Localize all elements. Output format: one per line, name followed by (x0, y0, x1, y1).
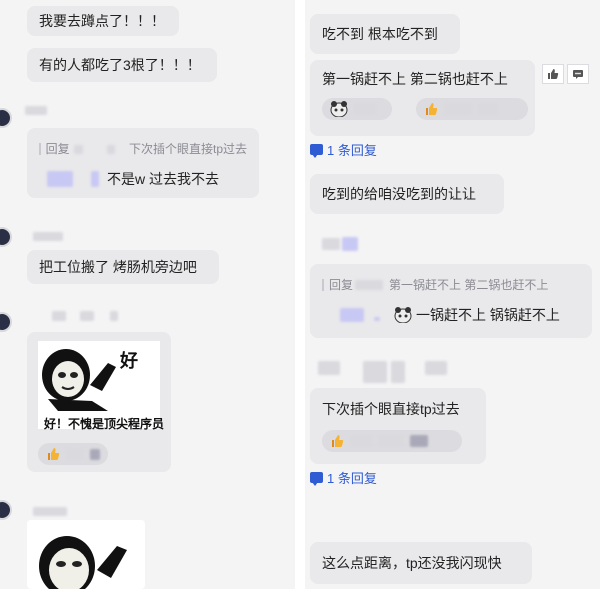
blurred-avatar (342, 237, 358, 251)
reply-count-link[interactable]: 1 条回复 (310, 468, 377, 487)
blurred-name (73, 144, 84, 154)
message-bubble[interactable]: 吃到的给咱没吃到的让让 (310, 174, 504, 214)
blurred-reactors (378, 435, 404, 447)
blurred-reactors (444, 103, 472, 115)
right-chat-column: 吃不到 根本吃不到 第一锅赶不上 第二锅也赶不上 1 条回复 吃到的给咱没吃到的… (305, 0, 600, 589)
blurred-name (107, 144, 115, 154)
thumbs-up-emoji (330, 434, 344, 448)
quote-prefix: 回复 (329, 278, 354, 292)
message-text: 把工位搬了 烤肠机旁边吧 (39, 259, 197, 275)
blurred-username (318, 361, 340, 375)
reply-count-text: 1 条回复 (327, 471, 377, 486)
blurred-username (391, 361, 405, 383)
thumbs-up-icon (548, 69, 559, 79)
blurred-username (33, 507, 67, 516)
quote-bar (322, 279, 324, 291)
blurred-username (322, 238, 340, 250)
reply-bubble[interactable]: 回复 下次插个眼直接tp过去 不是w 过去我不去 (27, 128, 259, 198)
message-text: 下次插个眼直接tp过去 (322, 401, 460, 417)
reply-line: 一锅赶不上 锅锅赶不上 (322, 306, 580, 324)
blurred-username (25, 106, 47, 115)
panda-meme-sticker[interactable]: 好 好！不愧是顶尖程序员 (38, 341, 164, 431)
reply-icon (310, 144, 323, 158)
message-text: 第一锅赶不上 第二锅也赶不上 (322, 71, 508, 87)
thumbs-up-emoji (424, 102, 438, 116)
blurred-username (363, 361, 387, 383)
blurred-reactors (350, 435, 372, 447)
quote-text: 下次插个眼直接tp过去 (128, 142, 247, 156)
blurred-mention (340, 308, 364, 322)
blurred-username (110, 311, 118, 321)
reply-line: 不是w 过去我不去 (39, 170, 247, 188)
message-bubble[interactable]: 第一锅赶不上 第二锅也赶不上 (310, 60, 535, 136)
left-chat-column: 我要去蹲点了！！！ 有的人都吃了3根了！！！ 回复 下次插个眼直接tp过去 不是… (0, 0, 295, 589)
message-bubble[interactable]: 有的人都吃了3根了！！！ (27, 48, 217, 82)
quote-prefix: 回复 (45, 142, 70, 156)
quote-bar (39, 143, 41, 155)
blurred-mention (47, 171, 73, 187)
quoted-message[interactable]: 回复 第一锅赶不上 第二锅也赶不上 (322, 276, 580, 294)
reply-text: 一锅赶不上 锅锅赶不上 (416, 307, 560, 323)
quoted-message[interactable]: 回复 下次插个眼直接tp过去 (39, 140, 247, 158)
avatar[interactable] (0, 312, 12, 332)
sticker-message[interactable] (27, 520, 145, 589)
message-text: 这么点距离，tp还没我闪现快 (322, 555, 502, 571)
blurred-reactors (66, 448, 84, 460)
blurred-username (52, 311, 66, 321)
message-text: 我要去蹲点了！！！ (39, 13, 165, 29)
blurred-name (355, 280, 384, 290)
more-icon (573, 70, 583, 79)
blurred-mention (91, 171, 99, 187)
sticker-message[interactable]: 好 好！不愧是顶尖程序员 (27, 332, 171, 472)
thumbs-up-emoji (46, 447, 60, 461)
blurred-username (80, 311, 94, 321)
avatar[interactable] (0, 500, 12, 520)
blurred-username (425, 361, 447, 375)
blurred-username (33, 232, 63, 241)
reaction-pill[interactable] (38, 443, 108, 465)
reaction-pill[interactable] (322, 430, 462, 452)
blurred-reactors (354, 103, 376, 115)
reaction-row (322, 430, 474, 452)
message-bubble[interactable]: 吃不到 根本吃不到 (310, 14, 460, 54)
reaction-pill[interactable] (416, 98, 528, 120)
avatar[interactable] (0, 108, 12, 128)
message-text: 有的人都吃了3根了！！！ (39, 57, 201, 73)
panda-emoji (330, 101, 348, 118)
sticker-caption: 好！不愧是顶尖程序员 (44, 417, 165, 431)
reply-icon (310, 472, 323, 486)
thumbs-up-action[interactable] (542, 64, 564, 84)
sticker-handwriting: 好 (120, 351, 138, 372)
panda-meme-image (39, 536, 127, 589)
panda-emoji (394, 307, 412, 324)
more-action[interactable] (567, 64, 589, 84)
message-bubble[interactable]: 这么点距离，tp还没我闪现快 (310, 542, 532, 584)
blurred-mention (374, 317, 380, 321)
reply-text: 不是w 过去我不去 (107, 171, 219, 187)
blurred-reactors (478, 103, 498, 115)
blurred-reactors (410, 435, 428, 447)
reply-bubble[interactable]: 回复 第一锅赶不上 第二锅也赶不上 一锅赶不上 锅锅赶不上 (310, 264, 592, 338)
blurred-reactors (90, 448, 100, 460)
reaction-row (322, 98, 528, 120)
panda-meme-image (42, 349, 116, 411)
panel-divider (295, 0, 305, 589)
reaction-pill[interactable] (322, 98, 392, 120)
message-text: 吃不到 根本吃不到 (322, 26, 438, 42)
message-bubble[interactable]: 我要去蹲点了！！！ (27, 6, 179, 36)
quote-text: 第一锅赶不上 第二锅也赶不上 (389, 278, 549, 292)
reply-count-text: 1 条回复 (327, 143, 377, 158)
reply-count-link[interactable]: 1 条回复 (310, 140, 377, 159)
message-text: 吃到的给咱没吃到的让让 (322, 186, 476, 202)
avatar[interactable] (0, 227, 12, 247)
message-bubble[interactable]: 把工位搬了 烤肠机旁边吧 (27, 250, 219, 284)
message-bubble[interactable]: 下次插个眼直接tp过去 (310, 388, 486, 464)
